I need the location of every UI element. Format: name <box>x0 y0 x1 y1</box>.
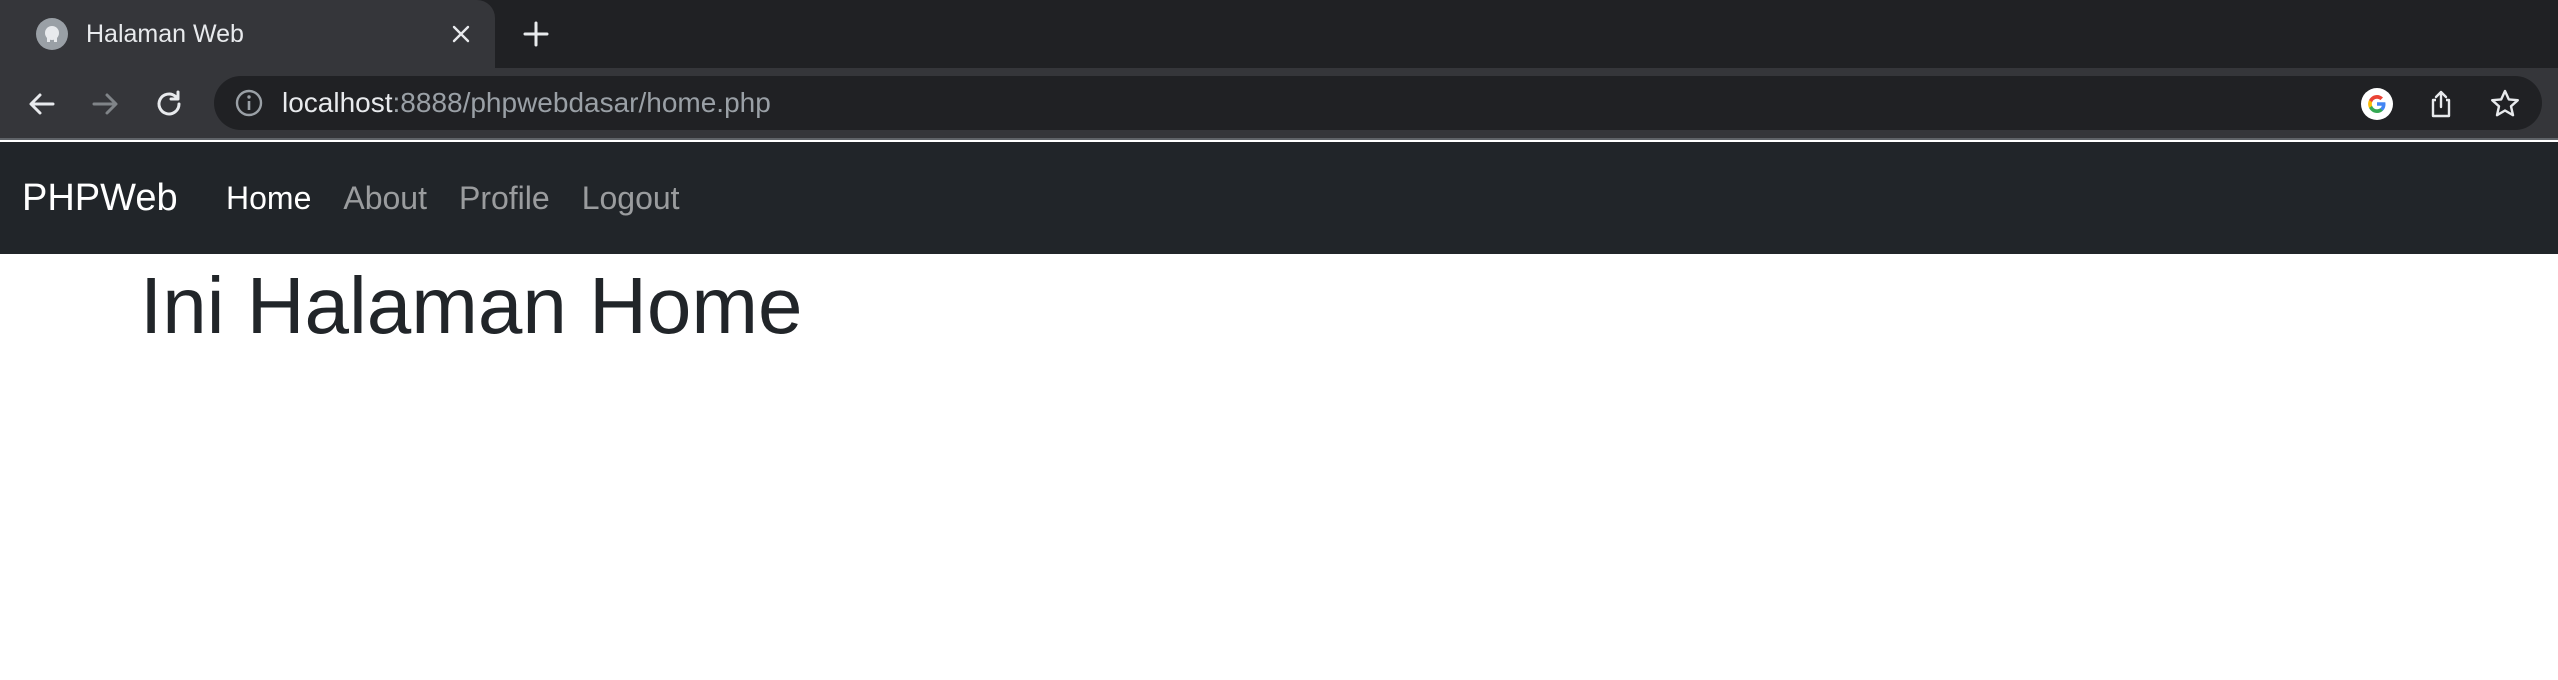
nav-link-profile[interactable]: Profile <box>459 178 550 218</box>
browser-toolbar: localhost:8888/phpwebdasar/home.php <box>0 68 2558 140</box>
page-title: Ini Halaman Home <box>140 261 803 350</box>
info-icon[interactable] <box>234 88 264 118</box>
google-icon[interactable] <box>2360 87 2394 121</box>
browser-tab[interactable]: Halaman Web <box>0 0 495 68</box>
tab-title: Halaman Web <box>86 20 244 48</box>
reload-icon[interactable] <box>151 86 187 122</box>
url-host: localhost <box>282 87 393 118</box>
url-path: :8888/phpwebdasar/home.php <box>392 87 771 118</box>
navbar-links: Home About Profile Logout <box>226 178 680 218</box>
navbar-brand[interactable]: PHPWeb <box>22 176 178 220</box>
star-icon[interactable] <box>2488 87 2522 121</box>
forward-arrow-icon[interactable] <box>87 86 123 122</box>
plus-icon[interactable] <box>518 16 554 52</box>
browser-tab-strip: Halaman Web <box>0 0 2558 68</box>
address-url[interactable]: localhost:8888/phpwebdasar/home.php <box>282 87 771 119</box>
site-navbar: PHPWeb Home About Profile Logout <box>0 142 2558 254</box>
share-icon[interactable] <box>2424 87 2458 121</box>
address-bar[interactable]: localhost:8888/phpwebdasar/home.php <box>214 76 2542 130</box>
nav-link-about[interactable]: About <box>343 178 427 218</box>
nav-link-logout[interactable]: Logout <box>582 178 680 218</box>
favicon-icon <box>36 18 68 50</box>
back-arrow-icon[interactable] <box>24 86 60 122</box>
nav-link-home[interactable]: Home <box>226 178 311 218</box>
close-icon[interactable] <box>445 18 477 50</box>
